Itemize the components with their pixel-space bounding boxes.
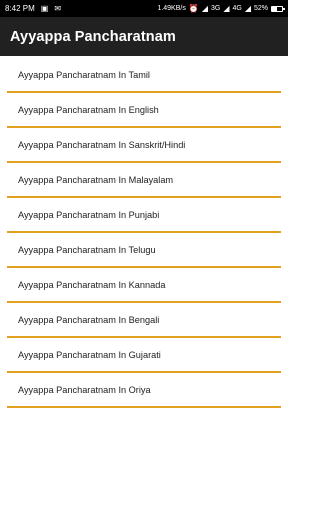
list-item[interactable]: Ayyappa Pancharatnam In Telugu (7, 233, 281, 268)
network-type-1: 3G (210, 5, 221, 12)
alarm-icon: ⏰ (188, 3, 199, 13)
list-item-label: Ayyappa Pancharatnam In Kannada (18, 279, 166, 290)
list-item-label: Ayyappa Pancharatnam In English (18, 104, 159, 115)
list-item-label: Ayyappa Pancharatnam In Gujarati (18, 349, 161, 360)
list-item-label: Ayyappa Pancharatnam In Tamil (18, 69, 150, 80)
battery-percent: 52% (253, 5, 268, 12)
list-item[interactable]: Ayyappa Pancharatnam In Tamil (7, 58, 281, 93)
list-item-label: Ayyappa Pancharatnam In Bengali (18, 314, 160, 325)
signal-icon-3: ◢ (244, 3, 251, 13)
signal-icon: ◢ (201, 3, 208, 13)
list-item[interactable]: Ayyappa Pancharatnam In Punjabi (7, 198, 281, 233)
list-item[interactable]: Ayyappa Pancharatnam In Kannada (7, 268, 281, 303)
app-bar: Ayyappa Pancharatnam (0, 17, 288, 56)
list-item[interactable]: Ayyappa Pancharatnam In Malayalam (7, 163, 281, 198)
list-item[interactable]: Ayyappa Pancharatnam In Gujarati (7, 338, 281, 373)
status-time: 8:42 PM (5, 4, 35, 13)
list-item[interactable]: Ayyappa Pancharatnam In Oriya (7, 373, 281, 408)
list-item-label: Ayyappa Pancharatnam In Punjabi (18, 209, 160, 220)
mail-icon: ✉ (54, 3, 62, 13)
list-item-label: Ayyappa Pancharatnam In Telugu (18, 244, 156, 255)
list-item-label: Ayyappa Pancharatnam In Oriya (18, 384, 151, 395)
network-type-2: 4G (232, 5, 242, 12)
status-bar: 8:42 PM ▣ ✉ 1.49KB/s ⏰ ◢ 3G ◢ 4G ◢ 52% (0, 0, 288, 17)
app-title: Ayyappa Pancharatnam (10, 28, 176, 45)
list-item-label: Ayyappa Pancharatnam In Malayalam (18, 174, 174, 185)
image-icon: ▣ (40, 3, 49, 13)
battery-icon (271, 5, 285, 12)
signal-icon-2: ◢ (223, 3, 230, 13)
list-item-label: Ayyappa Pancharatnam In Sanskrit/Hindi (18, 139, 186, 150)
list-item[interactable]: Ayyappa Pancharatnam In Bengali (7, 303, 281, 338)
list-item[interactable]: Ayyappa Pancharatnam In Sanskrit/Hindi (7, 128, 281, 163)
list-item[interactable]: Ayyappa Pancharatnam In English (7, 93, 281, 128)
network-speed: 1.49KB/s (157, 5, 186, 12)
